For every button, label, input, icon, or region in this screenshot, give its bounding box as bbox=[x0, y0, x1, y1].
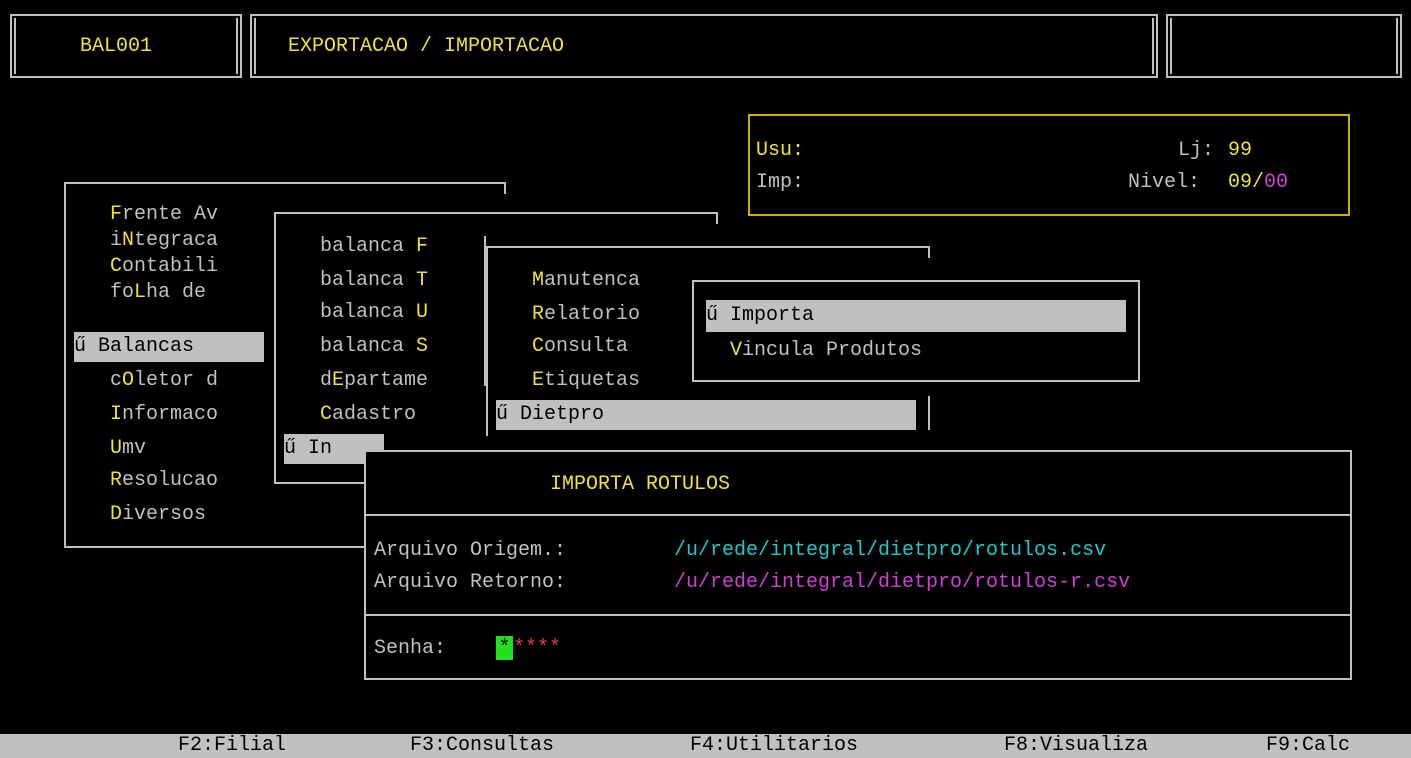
senha-label: Senha: bbox=[374, 637, 447, 660]
menu3-item-relatorio[interactable]: Relatorio bbox=[532, 302, 640, 327]
menu2-item-balanca-s[interactable]: balanca S bbox=[320, 334, 428, 359]
function-key-bar: F2:Filial F3:Consultas F4:Utilitarios F8… bbox=[0, 734, 1411, 758]
menu1-item-resolucao[interactable]: Resolucao bbox=[110, 468, 218, 493]
menu3-item-etiquetas[interactable]: Etiquetas bbox=[532, 368, 640, 393]
menu1-item-coletor[interactable]: cOletor d bbox=[110, 368, 218, 393]
imp-label: Imp: bbox=[756, 171, 805, 194]
f4-utilitarios-key[interactable]: F4:Utilitarios bbox=[690, 734, 858, 758]
lj-value: 99 bbox=[1228, 139, 1253, 162]
header-right-box bbox=[1166, 14, 1402, 78]
dietpro-submenu: ű Importa Vincula Produtos bbox=[692, 280, 1140, 382]
menu2-item-cadastro[interactable]: Cadastro bbox=[320, 402, 416, 427]
retorno-input[interactable]: /u/rede/integral/dietpro/rotulos-r.csv bbox=[674, 570, 1130, 595]
menu1-item-folha[interactable]: foLha de bbox=[110, 280, 206, 305]
origem-label: Arquivo Origem.: bbox=[374, 539, 567, 562]
f8-visualiza-key[interactable]: F8:Visualiza bbox=[1004, 734, 1148, 758]
menu1-item-informacoes[interactable]: Informaco bbox=[110, 402, 218, 427]
menu1-item-contabilidade[interactable]: Contabili bbox=[110, 254, 218, 279]
f2-filial-key[interactable]: F2:Filial bbox=[178, 734, 286, 758]
menu1-item-umv[interactable]: Umv bbox=[110, 436, 146, 461]
menu2-item-balanca-u[interactable]: balanca U bbox=[320, 300, 428, 325]
senha-input[interactable]: * **** bbox=[496, 636, 561, 661]
f9-calc-key[interactable]: F9:Calc bbox=[1266, 734, 1350, 758]
f3-consultas-key[interactable]: F3:Consultas bbox=[410, 734, 554, 758]
screen-title: EXPORTACAO / IMPORTACAO bbox=[288, 35, 565, 58]
menu2-item-departamento[interactable]: dEpartame bbox=[320, 368, 428, 393]
title-box: EXPORTACAO / IMPORTACAO bbox=[250, 14, 1158, 78]
program-code-box: BAL001 bbox=[10, 14, 242, 78]
text-cursor: * bbox=[496, 636, 513, 660]
nivel-label: Nivel: bbox=[1128, 171, 1201, 194]
menu2-item-balanca-t[interactable]: balanca T bbox=[320, 268, 428, 293]
menu4-item-vincula-produtos[interactable]: Vincula Produtos bbox=[706, 338, 922, 363]
menu1-item-integracao[interactable]: iNtegraca bbox=[110, 228, 218, 253]
dialog-title: IMPORTA ROTULOS bbox=[550, 473, 731, 496]
retorno-label: Arquivo Retorno: bbox=[374, 571, 567, 594]
nivel-value: 09/00 bbox=[1228, 171, 1289, 194]
menu4-item-importa[interactable]: ű Importa bbox=[706, 300, 1126, 332]
user-info-box: Usu: Imp: Lj: 99 Nivel: 09/00 bbox=[748, 114, 1350, 216]
lj-label: Lj: bbox=[1178, 139, 1215, 162]
menu1-item-balancas[interactable]: ű Balancas bbox=[74, 332, 264, 362]
menu1-item-diversos[interactable]: Diversos bbox=[110, 502, 206, 527]
menu3-item-manutencao[interactable]: Manutenca bbox=[532, 268, 640, 293]
menu3-item-dietpro[interactable]: ű Dietpro bbox=[496, 400, 916, 430]
program-code: BAL001 bbox=[80, 35, 153, 58]
menu3-item-consulta[interactable]: Consulta bbox=[532, 334, 628, 359]
menu1-item-frente[interactable]: Frente Av bbox=[110, 202, 218, 227]
usu-label: Usu: bbox=[756, 139, 805, 162]
origem-input[interactable]: /u/rede/integral/dietpro/rotulos.csv bbox=[674, 538, 1106, 563]
menu2-item-balanca-f[interactable]: balanca F bbox=[320, 234, 428, 259]
importa-rotulos-dialog: IMPORTA ROTULOS Arquivo Origem.: /u/rede… bbox=[364, 450, 1352, 680]
